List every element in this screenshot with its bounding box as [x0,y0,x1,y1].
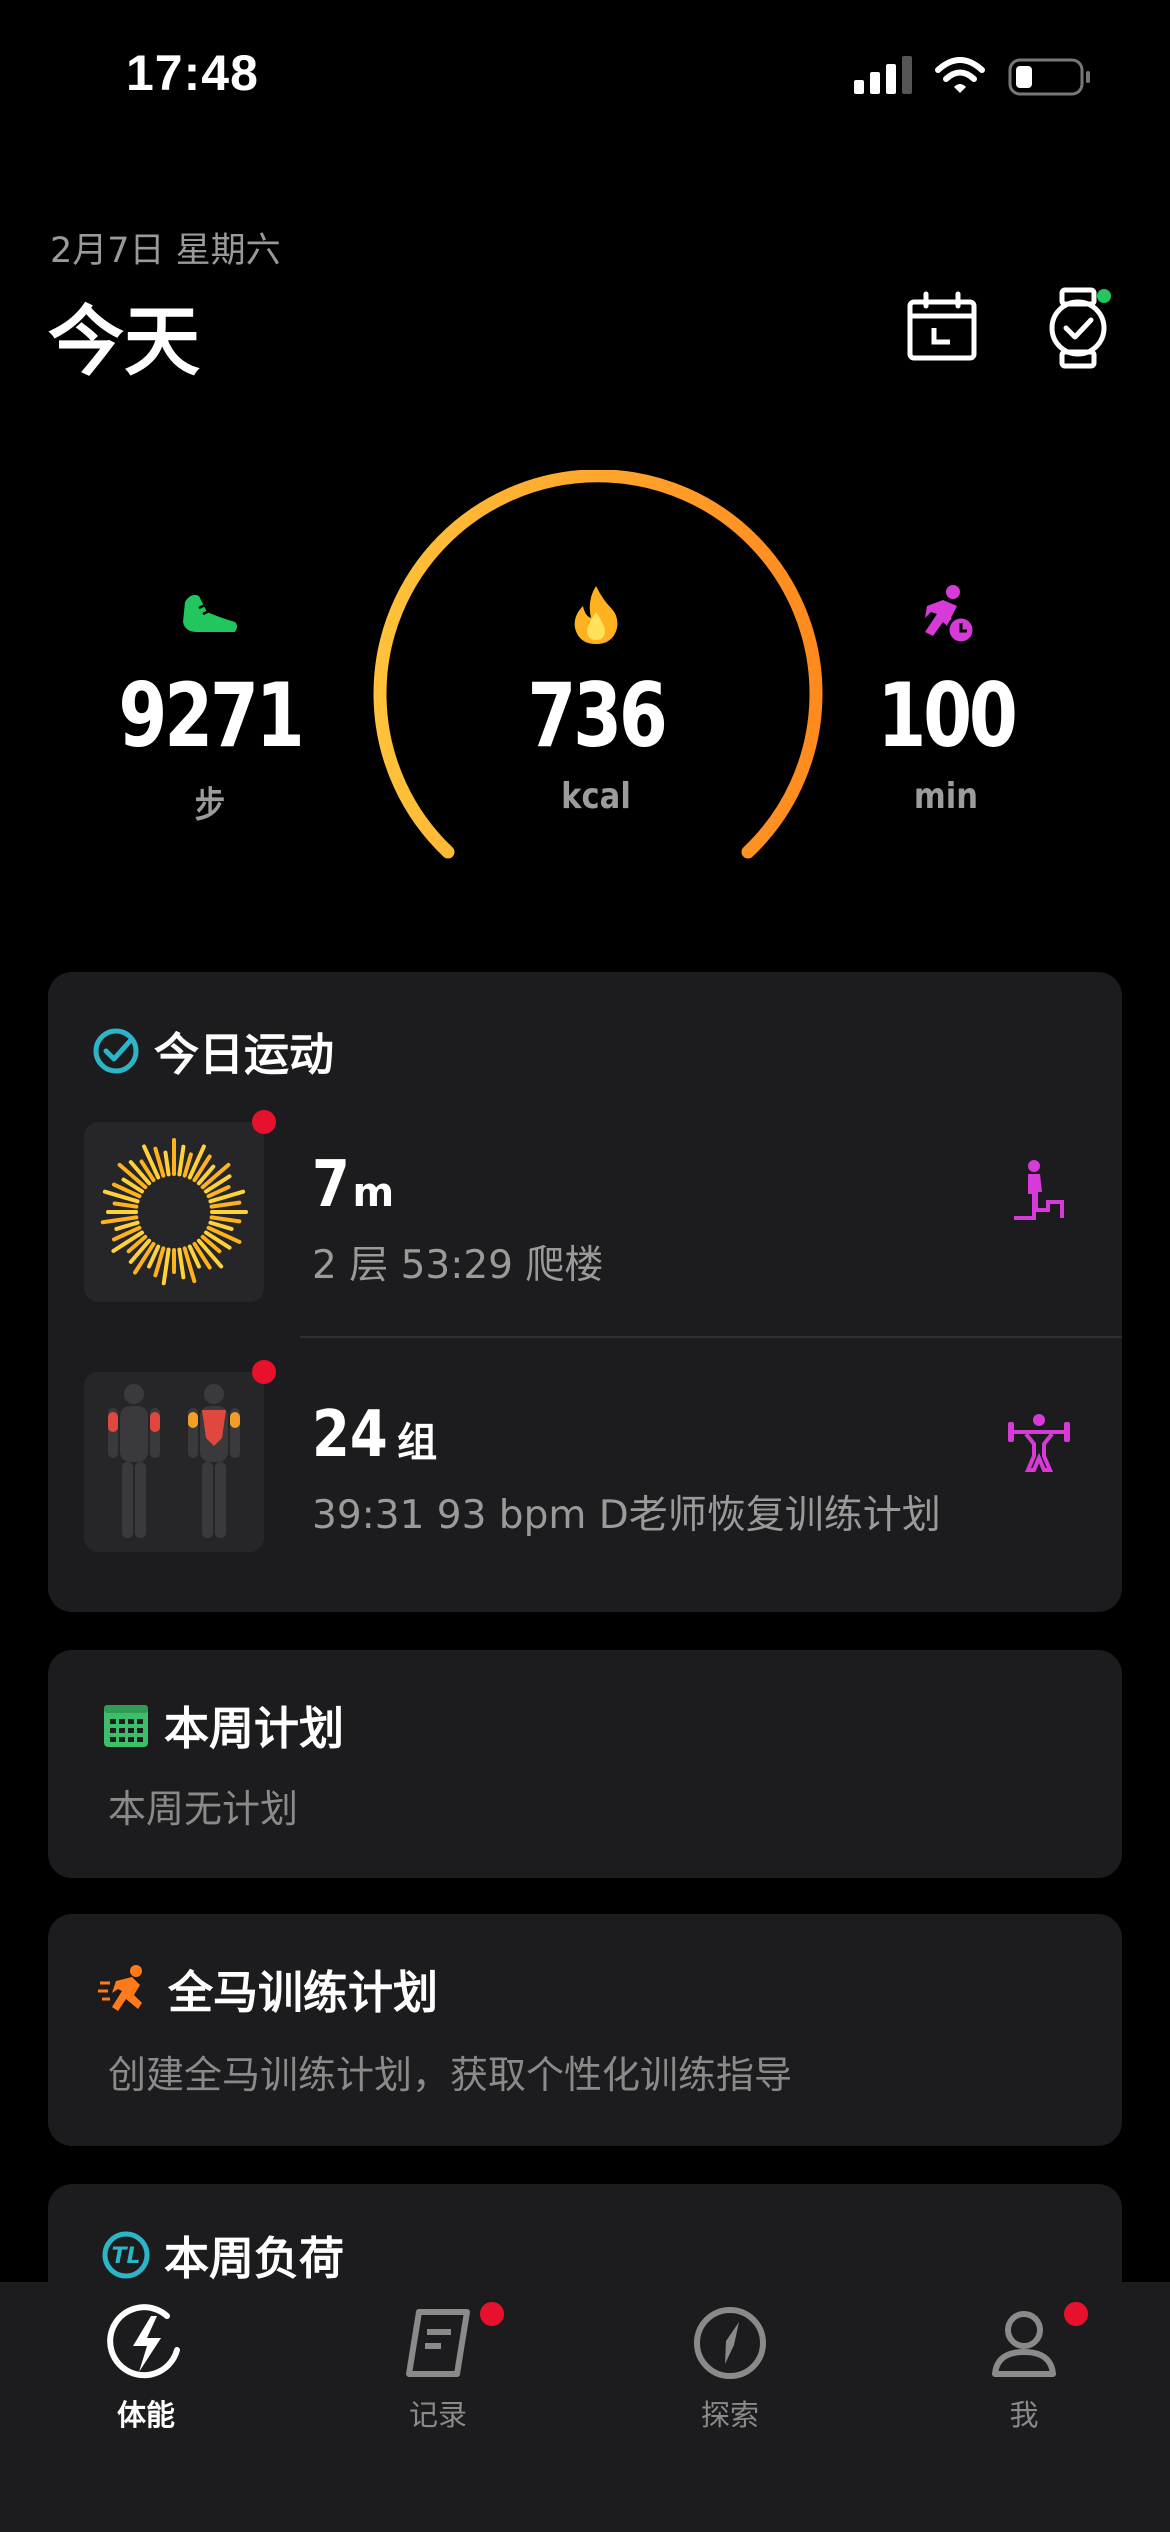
today-workouts-title: 今日运动 [154,1028,335,1081]
unread-dot [252,1360,276,1384]
record-badge-dot [480,2302,504,2326]
weekly-load-header: TL 本周负荷 [100,2222,344,2287]
steps-value: 9271 [118,664,304,767]
tab-me[interactable]: 我 [924,2302,1124,2434]
workout-item-stairs[interactable]: 7 m 2 层 53:29 爬楼 [48,1110,1122,1342]
active-minutes-value: 100 [877,664,1018,767]
workout-primary: 24 组 [312,1398,437,1472]
stair-climb-icon [1014,1160,1064,1220]
divider [300,1336,1122,1338]
profile-icon [992,2311,1056,2377]
shoe-icon [183,594,237,632]
today-workouts-header: 今日运动 [90,1018,334,1083]
compass-icon [694,2307,766,2379]
active-minutes-metric: 100 min [816,582,1076,817]
weekly-load-title: 本周负荷 [164,2232,345,2285]
record-icon [406,2309,470,2377]
svg-text:TL: TL [111,2244,140,2269]
workout-value: 7 [312,1148,350,1222]
workout-description: 2 层 53:29 爬楼 [312,1243,604,1288]
wifi-icon [935,57,985,93]
runner-icon [98,1964,142,2011]
marathon-plan-title: 全马训练计划 [168,1966,439,2019]
calendar-icon[interactable] [904,290,980,366]
flame-icon [574,586,618,644]
workout-item-strength[interactable]: 24 组 39:31 93 bpm D老师恢复训练计划 [48,1360,1122,1592]
calories-metric: 736 kcal [466,582,726,817]
weekly-plan-card[interactable]: 本周计划 本周无计划 [48,1650,1122,1878]
workout-primary: 7 m [312,1148,394,1222]
calories-unit: kcal [561,776,631,817]
tab-label: 探索 [700,2398,759,2432]
calendar-grid-icon [104,1704,148,1747]
today-workouts-card: 今日运动 7 m 2 层 53:29 爬楼 24 组 39:31 93 bpm … [48,972,1122,1612]
weekly-plan-header: 本周计划 [100,1692,344,1757]
check-circle-icon [93,1028,139,1073]
workout-thumbnail [84,1122,264,1302]
date-label: 2月7日 星期六 [50,231,281,271]
bottom-tab-bar: 体能 记录 探索 我 [0,2282,1170,2532]
muscle-map-icon [108,1384,240,1538]
steps-unit: 步 [194,785,226,826]
calories-value: 736 [527,664,668,767]
activity-sunburst-icon [100,1138,248,1286]
bolt-icon [107,2304,180,2379]
steps-metric: 9271 步 [80,582,340,828]
tab-label: 记录 [408,2398,467,2432]
tab-fitness[interactable]: 体能 [46,2302,246,2434]
watch-icon[interactable] [1040,286,1116,370]
tab-record[interactable]: 记录 [338,2302,538,2434]
active-minutes-unit: min [913,776,979,817]
weightlifting-icon [1008,1414,1070,1472]
weekly-plan-title: 本周计划 [164,1702,345,1755]
cellular-signal-icon [854,56,912,94]
tab-label: 我 [1009,2398,1039,2432]
battery-icon [1008,58,1090,96]
weekly-plan-subtitle: 本周无计划 [108,1787,299,1831]
unread-dot [252,1110,276,1134]
workout-unit: m [352,1170,395,1216]
marathon-plan-subtitle: 创建全马训练计划，获取个性化训练指导 [108,2053,793,2097]
marathon-plan-header: 全马训练计划 [96,1956,438,2021]
training-load-icon: TL [102,2231,150,2278]
workout-unit: 组 [397,1420,438,1466]
workout-value: 24 [312,1398,388,1472]
profile-badge-dot [1064,2302,1088,2326]
tab-label: 体能 [116,2398,175,2432]
status-time: 17:48 [126,45,259,101]
status-bar: 17:48 [0,0,1170,150]
workout-description: 39:31 93 bpm D老师恢复训练计划 [312,1493,941,1538]
workout-thumbnail [84,1372,264,1552]
activity-summary[interactable]: 9271 步 736 kcal 100 min [0,470,1170,890]
tab-explore[interactable]: 探索 [630,2302,830,2434]
running-clock-icon [925,585,976,645]
marathon-plan-card[interactable]: 全马训练计划 创建全马训练计划，获取个性化训练指导 [48,1914,1122,2146]
page-title: 今天 [48,297,200,386]
